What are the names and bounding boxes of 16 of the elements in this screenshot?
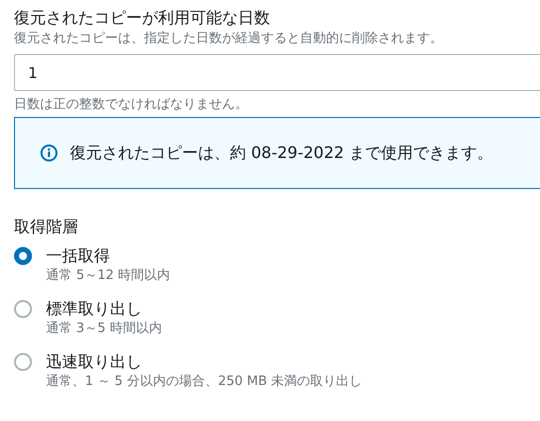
option-label: 標準取り出し bbox=[46, 298, 142, 320]
option-description: 通常 3～5 時間以内 bbox=[46, 320, 162, 338]
info-icon bbox=[40, 144, 58, 162]
radio-button[interactable] bbox=[14, 300, 32, 318]
radio-button[interactable] bbox=[14, 353, 32, 371]
option-label: 一括取得 bbox=[46, 245, 110, 267]
group-label: 取得階層 bbox=[14, 217, 78, 237]
input-field[interactable]: 1 bbox=[14, 54, 540, 91]
field-label: 復元されたコピーが利用可能な日数 bbox=[14, 8, 270, 28]
field-hint: 日数は正の整数でなければなりません。 bbox=[14, 96, 248, 114]
option-description: 通常 5～12 時間以内 bbox=[46, 267, 170, 285]
option-label: 迅速取り出し bbox=[46, 351, 142, 373]
radio-button[interactable] bbox=[14, 247, 32, 265]
option-description: 通常、1 ～ 5 分以内の場合、250 MB 未満の取り出し bbox=[46, 373, 362, 391]
info-text: 復元されたコピーは、約 08-29-2022 まで使用できます。 bbox=[70, 142, 494, 164]
field-description: 復元されたコピーは、指定した日数が経過すると自動的に削除されます。 bbox=[14, 30, 443, 48]
